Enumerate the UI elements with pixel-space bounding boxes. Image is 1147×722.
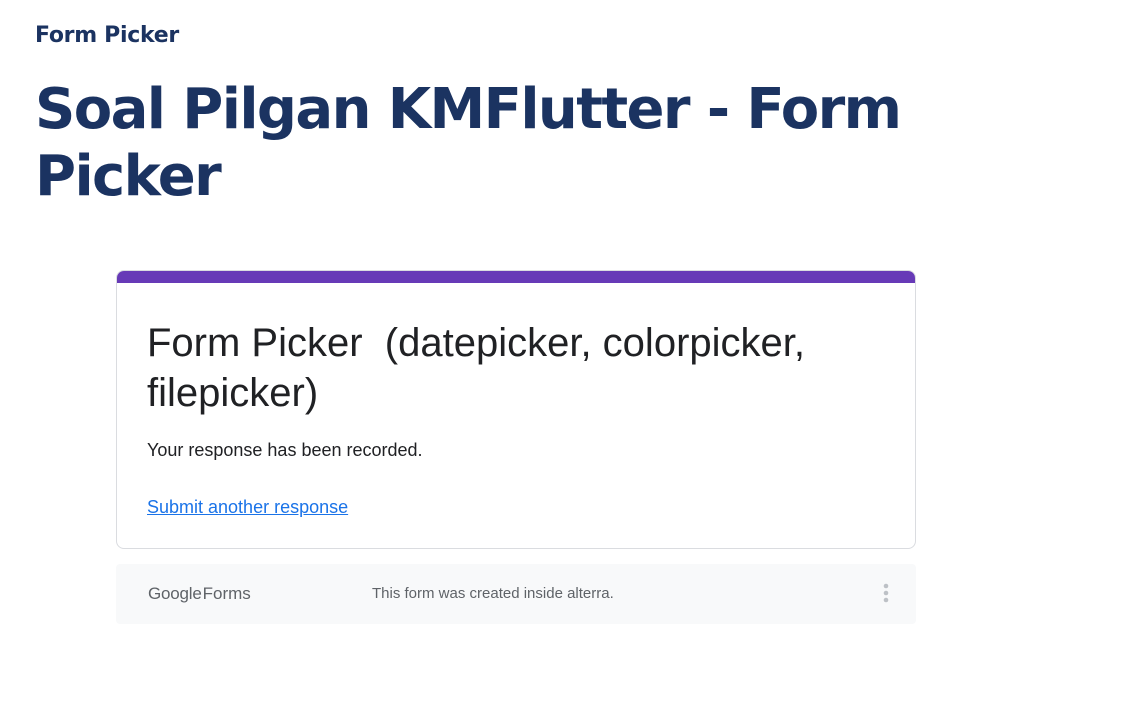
form-title: Form Picker (datepicker, colorpicker, fi… <box>147 321 817 415</box>
response-confirmation: Your response has been recorded. <box>147 440 423 460</box>
logo-google-text: Google <box>148 584 202 603</box>
form-accent-bar <box>117 271 915 283</box>
footer-note: This form was created inside alterra. <box>372 585 614 602</box>
google-forms-logo[interactable]: GoogleForms <box>148 582 251 606</box>
logo-forms-text: Forms <box>202 584 251 603</box>
page-title: Soal Pilgan KMFlutter - Form Picker <box>35 77 902 209</box>
form-footer: GoogleForms This form was created inside… <box>116 564 916 624</box>
breadcrumb: Form Picker <box>35 23 179 48</box>
submit-another-response-link[interactable]: Submit another response <box>147 495 348 519</box>
form-card: Form Picker (datepicker, colorpicker, fi… <box>116 270 916 549</box>
more-vert-icon[interactable] <box>876 582 896 606</box>
